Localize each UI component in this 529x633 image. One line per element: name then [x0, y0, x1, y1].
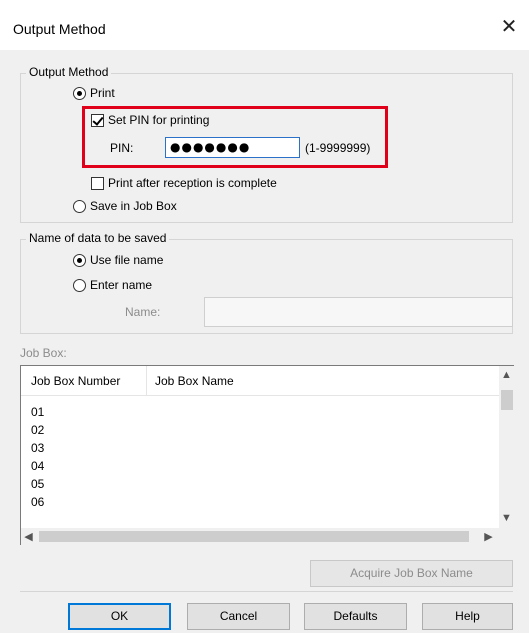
- acquire-job-box-name-button[interactable]: Acquire Job Box Name: [310, 560, 513, 587]
- output-method-legend: Output Method: [26, 65, 112, 79]
- job-box-label: Job Box:: [20, 346, 67, 360]
- list-item[interactable]: 04: [31, 459, 44, 473]
- print-radio[interactable]: Print: [73, 86, 115, 100]
- set-pin-checkbox-label: Set PIN for printing: [108, 113, 210, 127]
- button-separator: [20, 591, 513, 592]
- chevron-up-icon[interactable]: ▲: [499, 369, 514, 381]
- print-radio-dot: [73, 86, 86, 100]
- pin-label: PIN:: [110, 141, 134, 155]
- use-file-name-radio[interactable]: Use file name: [73, 253, 163, 267]
- column-header-job-box-number[interactable]: Job Box Number: [31, 374, 120, 388]
- pin-range-hint: (1-9999999): [305, 141, 371, 155]
- horizontal-scroll-thumb[interactable]: [39, 531, 469, 542]
- list-item[interactable]: 03: [31, 441, 44, 455]
- ok-button[interactable]: OK: [68, 603, 171, 630]
- job-box-list-header: Job Box Number Job Box Name: [21, 366, 499, 396]
- use-file-name-label: Use file name: [90, 253, 164, 267]
- enter-name-radio[interactable]: Enter name: [73, 278, 152, 292]
- print-radio-label: Print: [90, 86, 115, 100]
- scrollbar-corner: [499, 528, 514, 545]
- print-after-reception-checkbox-box: [91, 176, 104, 190]
- print-after-reception-checkbox[interactable]: Print after reception is complete: [91, 176, 277, 190]
- use-file-name-radio-dot: [73, 253, 86, 267]
- defaults-button[interactable]: Defaults: [304, 603, 407, 630]
- output-method-dialog: Output Method ✕ Output Method Print Set …: [0, 0, 529, 633]
- list-item[interactable]: 02: [31, 423, 44, 437]
- save-in-job-box-radio-dot: [73, 199, 86, 213]
- chevron-down-icon[interactable]: ▼: [499, 512, 514, 524]
- chevron-right-icon[interactable]: ▶: [481, 530, 496, 543]
- list-item[interactable]: 05: [31, 477, 44, 491]
- column-divider[interactable]: [146, 366, 147, 396]
- set-pin-checkbox-box: [91, 113, 104, 127]
- vertical-scroll-thumb[interactable]: [501, 390, 513, 410]
- cancel-button[interactable]: Cancel: [187, 603, 290, 630]
- help-button[interactable]: Help: [422, 603, 513, 630]
- save-in-job-box-radio[interactable]: Save in Job Box: [73, 199, 177, 213]
- name-input[interactable]: [204, 297, 513, 327]
- horizontal-scrollbar[interactable]: ◀ ▶: [21, 528, 499, 545]
- chevron-left-icon[interactable]: ◀: [21, 530, 36, 543]
- dialog-title: Output Method: [13, 21, 106, 37]
- title-bar: Output Method ✕: [0, 0, 529, 50]
- job-box-list[interactable]: Job Box Number Job Box Name 01 02 03 04 …: [20, 365, 514, 545]
- save-in-job-box-label: Save in Job Box: [90, 199, 177, 213]
- list-item[interactable]: 06: [31, 495, 44, 509]
- dialog-client-area: Output Method Print Set PIN for printing…: [0, 50, 529, 633]
- name-of-data-legend: Name of data to be saved: [26, 231, 170, 245]
- column-header-job-box-name[interactable]: Job Box Name: [155, 374, 234, 388]
- vertical-scrollbar[interactable]: ▲ ▼: [499, 366, 514, 528]
- name-field-label: Name:: [125, 305, 161, 319]
- close-icon[interactable]: ✕: [498, 17, 520, 39]
- enter-name-label: Enter name: [90, 278, 153, 292]
- list-item[interactable]: 01: [31, 405, 44, 419]
- set-pin-checkbox[interactable]: Set PIN for printing: [91, 113, 209, 127]
- print-after-reception-label: Print after reception is complete: [108, 176, 277, 190]
- pin-input[interactable]: ●●●●●●●: [165, 137, 300, 158]
- enter-name-radio-dot: [73, 278, 86, 292]
